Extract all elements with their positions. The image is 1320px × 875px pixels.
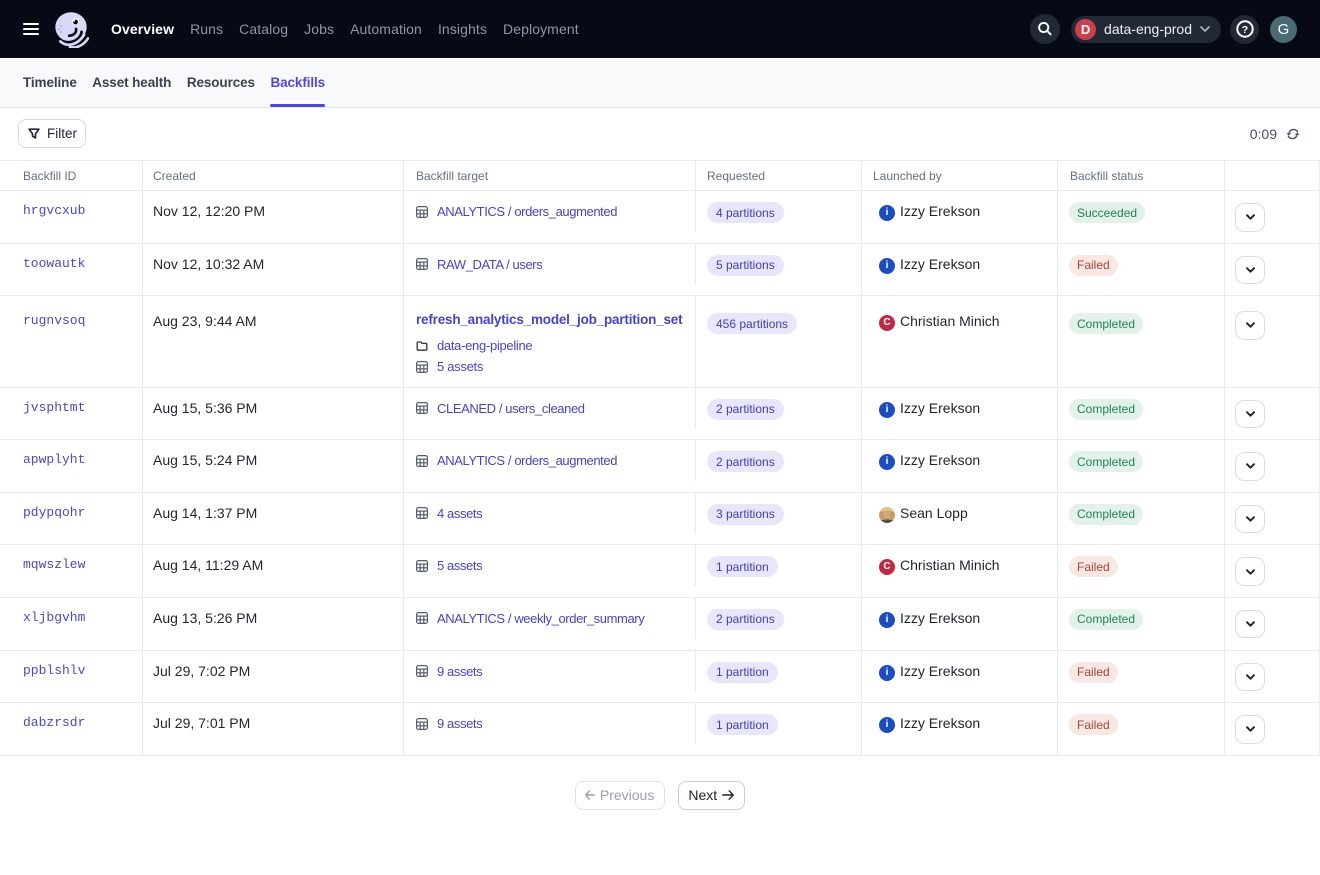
svg-text:?: ? xyxy=(1241,24,1247,36)
